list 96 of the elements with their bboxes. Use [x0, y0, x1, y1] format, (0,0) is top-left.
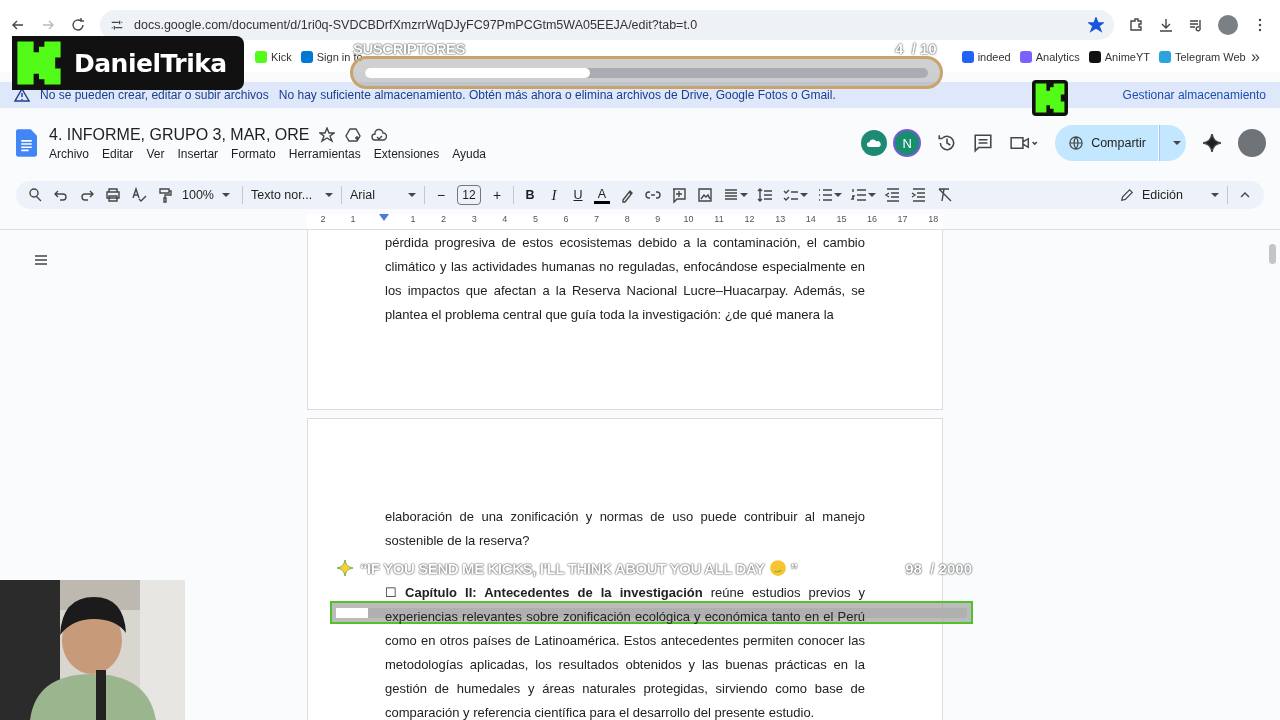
decrease-size-button[interactable]: −: [433, 187, 449, 203]
editing-mode-dropdown[interactable]: Edición: [1120, 188, 1219, 202]
manage-storage-link[interactable]: Gestionar almacenamiento: [1122, 88, 1266, 102]
media-icon[interactable]: [1188, 17, 1204, 33]
star-icon[interactable]: [319, 126, 336, 143]
increase-size-button[interactable]: +: [489, 187, 505, 203]
move-to-drive-icon[interactable]: [345, 126, 362, 143]
ruler-number: 2: [319, 214, 327, 224]
pencil-icon: [1120, 188, 1134, 202]
ruler-number: 5: [531, 214, 539, 224]
spellcheck-icon[interactable]: [130, 186, 148, 204]
indent-marker-icon[interactable]: [379, 214, 389, 222]
warning-icon: [14, 87, 30, 103]
reload-icon[interactable]: [70, 17, 86, 33]
menu-item[interactable]: Archivo: [49, 146, 89, 161]
font-size-field[interactable]: 12: [457, 185, 481, 205]
profile-avatar[interactable]: [1218, 15, 1238, 35]
sparkle-icon: [336, 559, 354, 577]
emoji-icon: [768, 559, 787, 577]
sparkle-icon[interactable]: [1202, 133, 1222, 153]
indent-increase-icon[interactable]: [910, 186, 928, 204]
paragraph: elaboración de una zonificación y normas de uso puede contribuir al manejo sostenible de la reserva?: [385, 508, 865, 550]
font-dropdown[interactable]: Arial: [350, 188, 416, 202]
collaborator-avatar[interactable]: N: [893, 129, 922, 157]
share-button[interactable]: Compartir: [1055, 125, 1158, 161]
ruler-number: 11: [713, 214, 725, 224]
bullet-list-icon[interactable]: [816, 186, 834, 204]
ruler-number: 4: [501, 214, 509, 224]
document-title[interactable]: 4. INFORME, GRUPO 3, MAR, ORE: [49, 125, 310, 144]
zoom-dropdown[interactable]: 100%: [182, 188, 234, 202]
scrollbar[interactable]: [1269, 244, 1276, 264]
bookmark[interactable]: Analytics: [1019, 51, 1080, 63]
download-icon[interactable]: [1158, 17, 1174, 33]
comments-icon[interactable]: [973, 133, 994, 153]
add-comment-icon[interactable]: [670, 186, 688, 204]
bookmark[interactable]: AnimeYT: [1088, 51, 1150, 63]
menu-item[interactable]: Editar: [102, 146, 134, 161]
bookmark[interactable]: Kick: [255, 51, 292, 63]
ruler-number: 1: [349, 214, 357, 224]
menu-item[interactable]: Ver: [146, 146, 165, 161]
format-button[interactable]: A: [594, 186, 610, 204]
globe-icon: [1069, 136, 1084, 150]
format-button[interactable]: B: [522, 188, 538, 202]
ruler-number: 17: [896, 214, 909, 224]
paragraph: pérdida progresiva de estos ecosistemas debido a la contaminación, el cambio climático y las actividades humanas no reguladas, enfocándose especialmente en los impactos que afectan a la Reserva Nacional Lucre–Huacarpay. Además, se plantea el problema central que guía toda la investigación: ¿de qué manera la: [385, 234, 865, 324]
ruler-number: 8: [623, 214, 631, 224]
paragraph: ☐ Capítulo II: Antecedentes de la investigación reúne estudios previos y experiencias relevantes sobre zonificación ecológica y económica tanto en el Perú como en otros países de Latinoamérica. Estos antecedentes permiten conocer las metodologías aplicadas, los resultados obtenidos y las buenas prácticas en la gestión de humedales y áreas naturales protegidas, sirviendo como base de comparación y referencia científica para el desarrollo del presente estudio.: [385, 584, 865, 720]
banner-title: No se pueden crear, editar o subir archivos: [40, 88, 269, 102]
format-button[interactable]: I: [546, 186, 562, 204]
bookmark[interactable]: indeed: [961, 51, 1011, 63]
bookmark[interactable]: Telegram Web: [1159, 51, 1246, 63]
ruler-number: 1: [409, 214, 417, 224]
extensions-icon[interactable]: [1128, 17, 1144, 33]
ruler-number: 15: [835, 214, 848, 224]
outline-icon[interactable]: [33, 252, 49, 268]
collaborator-avatar[interactable]: [861, 130, 888, 156]
more-bookmarks-button[interactable]: »: [1251, 48, 1260, 66]
search-icon[interactable]: [26, 186, 44, 204]
line-spacing-icon[interactable]: [756, 186, 774, 204]
profile-avatar[interactable]: [1238, 129, 1266, 157]
ruler-number: 10: [682, 214, 695, 224]
cloud-icon[interactable]: [371, 126, 388, 143]
menu-item[interactable]: Herramientas: [288, 146, 361, 161]
kick-logo-icon: [1032, 80, 1068, 116]
ruler-number: 18: [927, 214, 940, 224]
image-icon[interactable]: [696, 186, 714, 204]
indent-decrease-icon[interactable]: [884, 186, 902, 204]
ruler-number: 9: [654, 214, 662, 224]
docs-logo-icon[interactable]: [16, 129, 37, 157]
goal-label: ”: [790, 559, 798, 577]
ruler-number: 7: [593, 214, 601, 224]
site-settings-icon[interactable]: [110, 18, 124, 32]
goal-label: “IF YOU SEND ME KICKS, I'LL THINK ABOUT YOU ALL DAY: [360, 559, 765, 577]
menu-item[interactable]: Ayuda: [452, 146, 486, 161]
style-dropdown[interactable]: Texto nor...: [251, 188, 333, 202]
ruler-number: 13: [774, 214, 787, 224]
goal-count: 4 / 10: [895, 40, 937, 57]
menu-item[interactable]: Formato: [231, 146, 276, 161]
menu-item[interactable]: Insertar: [177, 146, 219, 161]
ruler-number: 14: [804, 214, 817, 224]
ruler-number: 16: [866, 214, 878, 224]
address-bar[interactable]: docs.google.com/document/d/1ri0q-SVDCBDrfXmzrrWqDJyFC97PmPCGtm5WA05EEJA/edit?tab=t.0: [100, 10, 1114, 40]
menu-item[interactable]: Extensiones: [373, 146, 440, 161]
numbered-list-icon[interactable]: [850, 186, 868, 204]
paint-format-icon[interactable]: [156, 186, 174, 204]
ruler-number: 2: [440, 214, 448, 224]
goal-count: 98 / 2000: [905, 559, 972, 577]
ruler-number: 6: [562, 214, 570, 224]
ruler-number: 3: [470, 214, 478, 224]
ruler-number: 12: [743, 214, 756, 224]
banner-message: No hay suficiente almacenamiento. Obtén más ahora o elimina archivos de Drive, Google Fotos o Gmail.: [278, 88, 837, 102]
format-button[interactable]: U: [570, 188, 586, 202]
streamer-name: DanielTrika: [74, 48, 227, 78]
star-icon[interactable]: [1088, 17, 1104, 33]
print-icon[interactable]: [104, 186, 122, 204]
clear-format-icon[interactable]: [936, 186, 954, 204]
